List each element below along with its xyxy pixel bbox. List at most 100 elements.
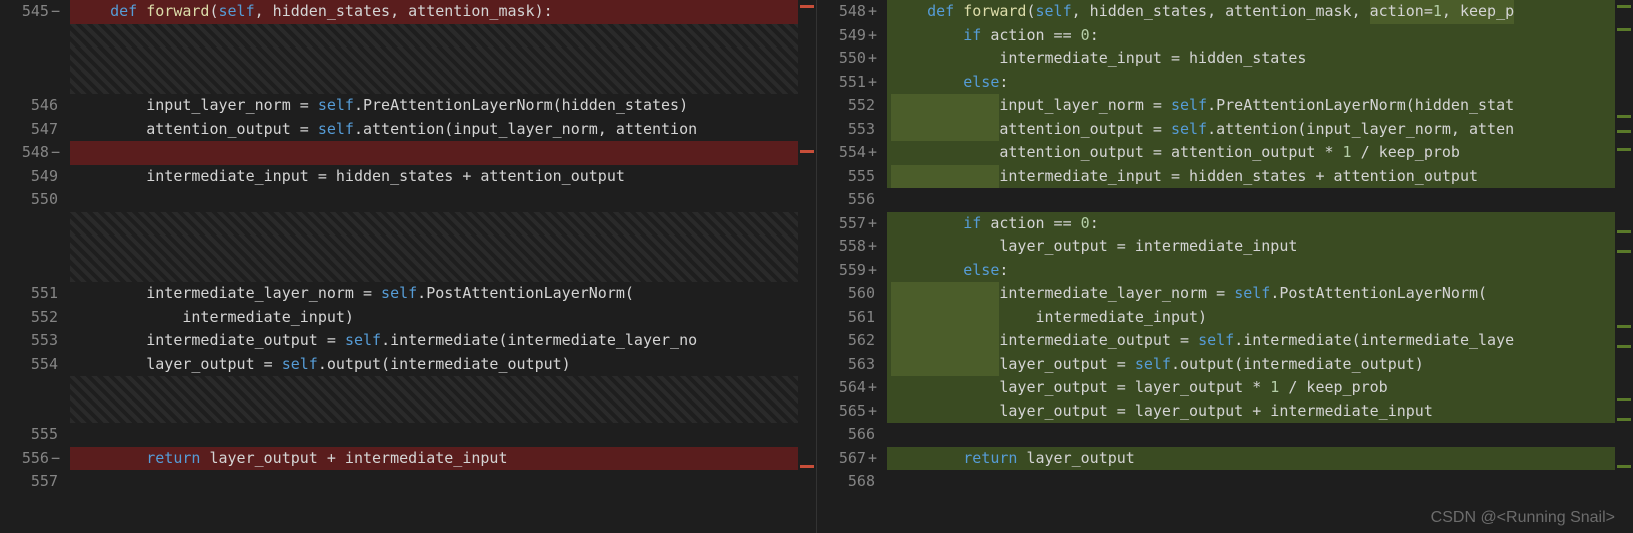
code-line[interactable]: intermediate_input) <box>70 306 816 330</box>
line-number <box>0 71 70 95</box>
code-line[interactable] <box>70 400 816 424</box>
line-number: 554 <box>0 353 70 377</box>
code-line[interactable]: input_layer_norm = self.PreAttentionLaye… <box>70 94 816 118</box>
line-number: 565+ <box>817 400 887 424</box>
code-line[interactable]: intermediate_input = hidden_states + att… <box>70 165 816 189</box>
code-line[interactable] <box>70 423 816 447</box>
code-line[interactable]: else: <box>887 259 1633 283</box>
minimap-marker[interactable] <box>1617 465 1631 468</box>
code-line[interactable] <box>70 188 816 212</box>
code-line[interactable]: attention_output = self.attention(input_… <box>887 118 1633 142</box>
minimap-left[interactable] <box>798 0 816 533</box>
code-line[interactable]: layer_output = self.output(intermediate_… <box>887 353 1633 377</box>
code-line[interactable]: intermediate_output = self.intermediate(… <box>887 329 1633 353</box>
diff-pane-original[interactable]: 545−546547548−549550551552553554555556−5… <box>0 0 817 533</box>
code-line[interactable] <box>70 235 816 259</box>
line-number: 561 <box>817 306 887 330</box>
line-number: 556 <box>817 188 887 212</box>
code-line[interactable]: return layer_output <box>887 447 1633 471</box>
minimap-marker[interactable] <box>1617 148 1631 151</box>
line-number: 560 <box>817 282 887 306</box>
line-number: 557 <box>0 470 70 494</box>
line-number: 563 <box>817 353 887 377</box>
code-line[interactable] <box>887 470 1633 494</box>
code-line[interactable] <box>70 47 816 71</box>
line-number: 559+ <box>817 259 887 283</box>
code-line[interactable] <box>70 24 816 48</box>
code-line[interactable]: if action == 0: <box>887 24 1633 48</box>
diff-pane-modified[interactable]: 548+549+550+551+552553554+555556557+558+… <box>817 0 1633 533</box>
line-number: 558+ <box>817 235 887 259</box>
line-number: 547 <box>0 118 70 142</box>
minimap-right[interactable] <box>1615 0 1633 533</box>
line-number: 546 <box>0 94 70 118</box>
code-line[interactable]: layer_output = layer_output * 1 / keep_p… <box>887 376 1633 400</box>
line-number: 557+ <box>817 212 887 236</box>
code-line[interactable]: if action == 0: <box>887 212 1633 236</box>
code-line[interactable]: def forward(self, hidden_states, attenti… <box>70 0 816 24</box>
code-area-right[interactable]: def forward(self, hidden_states, attenti… <box>887 0 1633 533</box>
line-number: 548+ <box>817 0 887 24</box>
code-line[interactable]: return layer_output + intermediate_input <box>70 447 816 471</box>
line-number <box>0 47 70 71</box>
code-line[interactable] <box>70 212 816 236</box>
minimap-marker[interactable] <box>1617 418 1631 421</box>
code-line[interactable]: intermediate_layer_norm = self.PostAtten… <box>887 282 1633 306</box>
line-number <box>0 376 70 400</box>
code-line[interactable]: else: <box>887 71 1633 95</box>
line-number: 549+ <box>817 24 887 48</box>
code-line[interactable]: intermediate_input) <box>887 306 1633 330</box>
minimap-marker[interactable] <box>1617 325 1631 328</box>
code-line[interactable] <box>70 470 816 494</box>
code-line[interactable]: layer_output = intermediate_input <box>887 235 1633 259</box>
minimap-marker[interactable] <box>800 465 814 468</box>
minimap-marker[interactable] <box>1617 28 1631 31</box>
code-line[interactable] <box>70 71 816 95</box>
code-line[interactable] <box>887 423 1633 447</box>
code-line[interactable] <box>887 188 1633 212</box>
diff-view: 545−546547548−549550551552553554555556−5… <box>0 0 1633 533</box>
code-line[interactable]: intermediate_output = self.intermediate(… <box>70 329 816 353</box>
minimap-marker[interactable] <box>1617 115 1631 118</box>
line-number: 568 <box>817 470 887 494</box>
line-number: 551 <box>0 282 70 306</box>
line-number <box>0 24 70 48</box>
minimap-marker[interactable] <box>1617 5 1631 8</box>
line-number: 549 <box>0 165 70 189</box>
minimap-marker[interactable] <box>1617 130 1631 133</box>
minimap-marker[interactable] <box>1617 398 1631 401</box>
line-number: 566 <box>817 423 887 447</box>
line-number: 554+ <box>817 141 887 165</box>
code-line[interactable] <box>70 141 816 165</box>
minimap-marker[interactable] <box>1617 250 1631 253</box>
minimap-marker[interactable] <box>1617 345 1631 348</box>
line-gutter-right: 548+549+550+551+552553554+555556557+558+… <box>817 0 887 533</box>
line-number: 550+ <box>817 47 887 71</box>
code-line[interactable]: def forward(self, hidden_states, attenti… <box>887 0 1633 24</box>
line-number: 548− <box>0 141 70 165</box>
code-line[interactable]: intermediate_input = hidden_states <box>887 47 1633 71</box>
line-number: 552 <box>817 94 887 118</box>
code-line[interactable]: input_layer_norm = self.PreAttentionLaye… <box>887 94 1633 118</box>
code-line[interactable]: layer_output = self.output(intermediate_… <box>70 353 816 377</box>
line-number: 550 <box>0 188 70 212</box>
line-number: 562 <box>817 329 887 353</box>
line-number: 567+ <box>817 447 887 471</box>
code-line[interactable]: attention_output = attention_output * 1 … <box>887 141 1633 165</box>
minimap-marker[interactable] <box>800 5 814 8</box>
line-number: 552 <box>0 306 70 330</box>
code-line[interactable] <box>70 376 816 400</box>
code-line[interactable]: intermediate_layer_norm = self.PostAtten… <box>70 282 816 306</box>
minimap-marker[interactable] <box>800 150 814 153</box>
line-number: 551+ <box>817 71 887 95</box>
line-number <box>0 400 70 424</box>
watermark-text: CSDN @<Running Snail> <box>1431 509 1615 527</box>
code-area-left[interactable]: def forward(self, hidden_states, attenti… <box>70 0 816 533</box>
minimap-marker[interactable] <box>1617 230 1631 233</box>
code-line[interactable]: intermediate_input = hidden_states + att… <box>887 165 1633 189</box>
line-gutter-left: 545−546547548−549550551552553554555556−5… <box>0 0 70 533</box>
code-line[interactable] <box>70 259 816 283</box>
line-number: 555 <box>817 165 887 189</box>
code-line[interactable]: layer_output = layer_output + intermedia… <box>887 400 1633 424</box>
code-line[interactable]: attention_output = self.attention(input_… <box>70 118 816 142</box>
